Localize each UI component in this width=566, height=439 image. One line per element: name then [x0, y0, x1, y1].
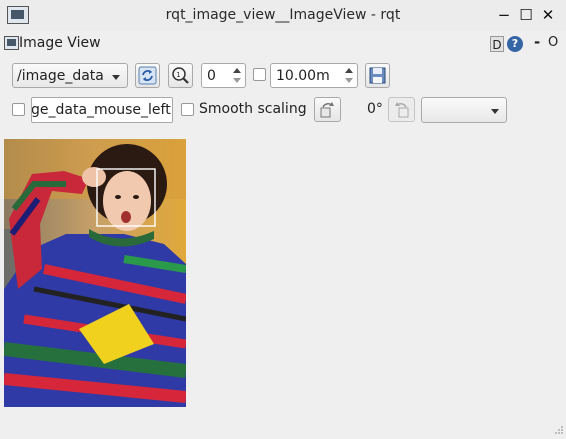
rotation-value: 0°: [367, 101, 383, 117]
dynamic-range-checkbox[interactable]: [253, 68, 266, 81]
save-icon: [369, 67, 386, 84]
mouse-publish-checkbox[interactable]: [12, 103, 25, 116]
maximize-button[interactable]: ☐: [516, 5, 536, 25]
plugin-title: Image View: [19, 35, 101, 51]
save-image-button[interactable]: [365, 63, 390, 88]
max-range-spinbox[interactable]: 10.00m: [270, 63, 358, 88]
topic-select-value: /image_data: [17, 68, 104, 84]
mouse-topic-input[interactable]: ge_data_mouse_left: [31, 97, 173, 123]
rotate-right-button[interactable]: [388, 97, 415, 122]
svg-text:1: 1: [176, 71, 180, 79]
resize-grip-icon[interactable]: [554, 423, 564, 434]
spin-down-icon[interactable]: [231, 75, 243, 86]
zoom-spinbox[interactable]: 0: [201, 63, 246, 88]
rotation-select[interactable]: [421, 97, 507, 123]
camera-image: [4, 139, 186, 407]
refresh-icon: [138, 66, 157, 85]
dock-toggle-button[interactable]: D: [490, 36, 504, 52]
mouse-topic-value: ge_data_mouse_left: [31, 102, 171, 118]
zoom-icon: 1: [172, 67, 189, 84]
rotate-left-icon: [320, 102, 334, 118]
smooth-scaling-checkbox[interactable]: [181, 103, 194, 116]
spin-down-icon[interactable]: [343, 75, 355, 86]
refresh-topics-button[interactable]: [135, 63, 160, 88]
rotate-left-button[interactable]: [314, 97, 341, 122]
help-icon[interactable]: ?: [507, 36, 523, 52]
zoom-fit-button[interactable]: 1: [168, 63, 193, 88]
rotate-right-icon: [395, 102, 409, 118]
chevron-down-icon: [112, 75, 120, 80]
chevron-down-icon: [491, 109, 499, 114]
window-title: rqt_image_view__ImageView - rqt: [165, 7, 401, 23]
image-display[interactable]: [4, 139, 186, 407]
minimize-button[interactable]: −: [494, 5, 514, 25]
smooth-scaling-label: Smooth scaling: [199, 101, 307, 117]
topic-select[interactable]: /image_data: [12, 63, 128, 88]
zoom-spinbox-value: 0: [207, 68, 216, 84]
plugin-options-button[interactable]: O: [548, 35, 558, 50]
plugin-icon: [4, 36, 19, 50]
max-range-value: 10.00m: [276, 68, 330, 84]
minimize-plugin-button[interactable]: -: [534, 33, 540, 51]
close-button[interactable]: ✕: [538, 5, 558, 25]
